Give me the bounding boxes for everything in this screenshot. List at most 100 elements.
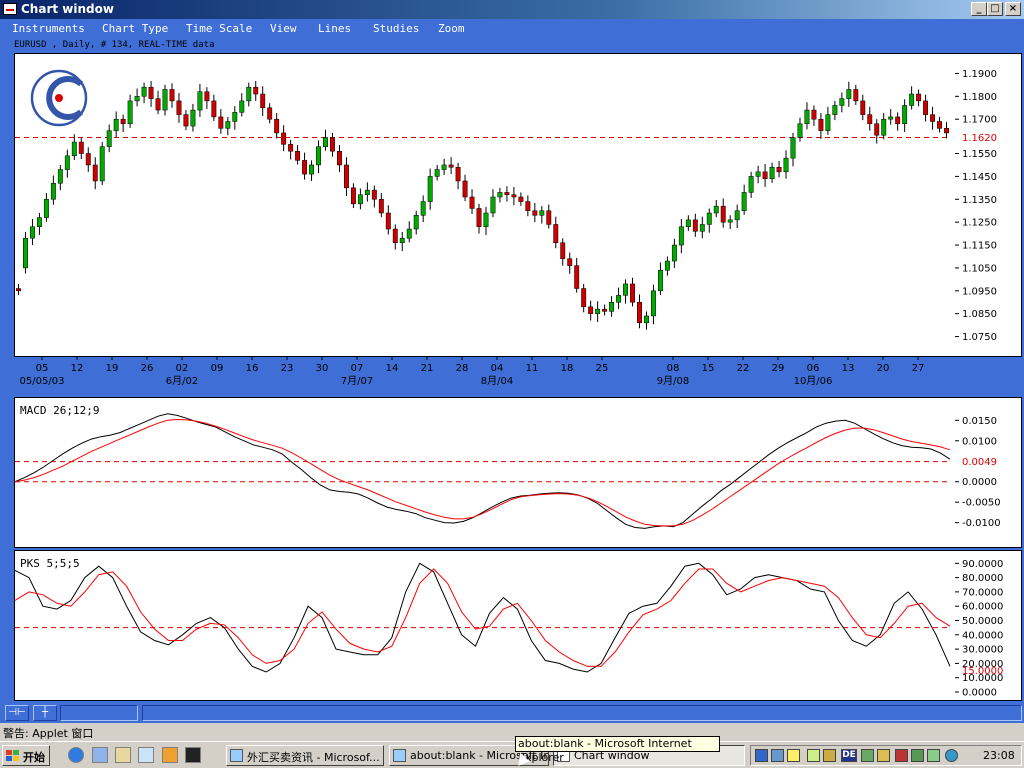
candle: [574, 265, 580, 289]
price-tick-label: 1.1350: [962, 195, 997, 206]
candle: [309, 164, 314, 175]
price-tick-label: 1.1150: [962, 241, 997, 252]
macd-tick-label: -0.0050: [962, 498, 1001, 509]
candle: [64, 155, 70, 170]
system-tray: DE 23:08: [750, 745, 1022, 766]
candle: [399, 237, 405, 244]
pks-tick-label: 0.0000: [962, 688, 997, 699]
menu-view[interactable]: View: [270, 22, 297, 35]
photo-app-icon[interactable]: [162, 747, 178, 763]
menu-zoom[interactable]: Zoom: [438, 22, 465, 35]
candle: [846, 89, 852, 99]
candle: [155, 98, 161, 111]
price-chart-panel[interactable]: 1.1900 1.1800 1.1700 1.1550 1.1450 1.1350 1.12…: [14, 53, 1022, 357]
pks-chart: PKS 5;5;5 90.0000 80.0000 70.0000 60.0000 50…: [14, 557, 1003, 699]
candle: [671, 244, 677, 262]
candle: [769, 166, 775, 179]
pks-tick-label: 40.0000: [962, 630, 1003, 641]
date-tick-label: 30: [316, 363, 329, 374]
candle: [832, 105, 838, 115]
candle: [923, 100, 929, 115]
month-label: 8月/04: [481, 375, 513, 387]
signal-icon[interactable]: [911, 749, 924, 762]
antivirus-icon[interactable]: [895, 749, 908, 762]
candle: [637, 301, 642, 324]
chart-window-icon[interactable]: [3, 3, 17, 15]
macd-panel[interactable]: MACD 26;12;9 0.0150 0.0100 0.0000 -0.0050 -0…: [14, 397, 1022, 548]
start-label: 开始: [23, 751, 45, 764]
media-icon[interactable]: [138, 747, 154, 763]
menu-lines[interactable]: Lines: [318, 22, 351, 35]
ie-browser-icon[interactable]: [68, 747, 84, 763]
candle: [727, 219, 733, 223]
minimize-button[interactable]: _: [971, 2, 987, 16]
disk-icon[interactable]: [771, 749, 784, 762]
menu-time-scale[interactable]: Time Scale: [186, 22, 252, 35]
task-forex-label: 外汇买卖资讯 - Microsof...: [247, 751, 380, 764]
candle: [29, 226, 35, 239]
candle: [23, 237, 28, 269]
candle: [937, 121, 942, 129]
price-tick-label: 1.0950: [962, 286, 997, 297]
monitor-icon[interactable]: [861, 749, 874, 762]
candle: [790, 137, 796, 159]
g-app-icon[interactable]: [185, 747, 201, 763]
menu-chart-type[interactable]: Chart Type: [102, 22, 168, 35]
volume-icon[interactable]: [787, 749, 800, 762]
candle: [525, 201, 531, 211]
candle: [490, 196, 496, 214]
pen-icon[interactable]: [807, 749, 820, 762]
start-button[interactable]: 开始: [2, 745, 50, 766]
instrument-label: EURUSD , Daily, # 134, REAL-TIME data: [14, 40, 215, 50]
tool-icon[interactable]: [823, 749, 836, 762]
pks-reference-label: 15.0000: [962, 666, 1003, 677]
candle: [895, 116, 901, 125]
candle: [218, 116, 224, 129]
date-tick-label: 06: [807, 363, 820, 374]
candle: [588, 306, 594, 314]
scroll-mode-button[interactable]: ⊣⊢: [5, 705, 29, 721]
candle: [553, 224, 559, 244]
pks-label: PKS 5;5;5: [20, 557, 80, 570]
taskbar-task-forex[interactable]: 外汇买卖资讯 - Microsof...: [226, 745, 384, 766]
candle: [720, 205, 726, 223]
candle: [811, 109, 817, 120]
menu-instruments[interactable]: Instruments: [12, 22, 85, 35]
macd-signal-line: [14, 418, 951, 527]
pks-panel[interactable]: PKS 5;5;5 90.0000 80.0000 70.0000 60.0000 50…: [14, 550, 1022, 701]
date-tick-label: 16: [246, 363, 259, 374]
candle: [699, 224, 705, 232]
crosshair-button[interactable]: ┼: [33, 705, 57, 721]
candle: [295, 150, 301, 161]
price-tick-label: 1.1900: [962, 69, 997, 80]
candle: [246, 86, 252, 102]
close-button[interactable]: ×: [1005, 2, 1021, 16]
desktop-icon[interactable]: [92, 747, 108, 763]
network-icon[interactable]: [755, 749, 768, 762]
outlook-icon[interactable]: [115, 747, 131, 763]
candle: [539, 210, 545, 216]
price-tick-label: 1.1050: [962, 263, 997, 274]
date-tick-label: 21: [421, 363, 434, 374]
month-label: 9月/08: [657, 375, 689, 387]
chat-icon[interactable]: [927, 749, 940, 762]
printer-icon[interactable]: [877, 749, 890, 762]
candle: [406, 228, 412, 239]
candle: [518, 196, 524, 202]
candle: [413, 215, 419, 230]
menu-bar: Instruments Chart Type Time Scale View L…: [0, 19, 1024, 38]
candle: [106, 130, 112, 147]
candle: [664, 260, 670, 271]
candle: [692, 219, 698, 232]
candle: [609, 301, 615, 312]
menu-studies[interactable]: Studies: [373, 22, 419, 35]
macd-tick-label: -0.0100: [962, 518, 1001, 529]
month-label: 7月/07: [341, 375, 373, 387]
candle: [462, 180, 468, 198]
chart-logo: [30, 69, 88, 127]
globe-icon[interactable]: [945, 749, 958, 762]
language-indicator[interactable]: DE: [841, 749, 857, 762]
ie-page-icon: [230, 749, 243, 762]
candle: [483, 212, 489, 227]
maximize-button[interactable]: □: [987, 2, 1003, 16]
